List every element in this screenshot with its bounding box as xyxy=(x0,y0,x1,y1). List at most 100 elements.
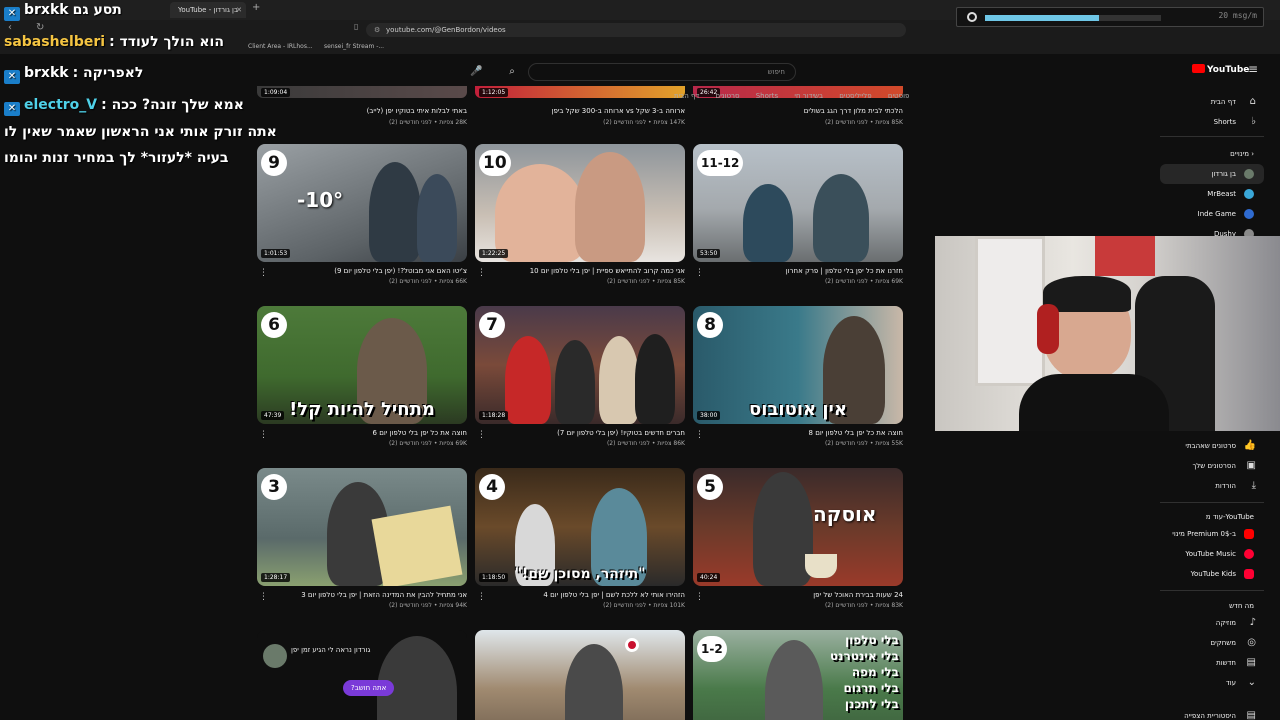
video-card[interactable]: 3 1:28:17 אני מתחיל להבין את המדינה הזאת… xyxy=(257,468,467,609)
search-button[interactable]: ⌕ xyxy=(500,63,524,81)
news-icon: ▤ xyxy=(1246,657,1256,668)
video-card[interactable]: 7 1:18:28 חברים חדשים בטוקיו! (יפן בלי ט… xyxy=(475,306,685,447)
video-card[interactable]: גורדון נראה לי הגיע זמן יפן אתה חושב? xyxy=(257,630,467,720)
sidebar-item-premium[interactable]: מינוי Premium ב-0$ xyxy=(1160,524,1264,544)
back-icon[interactable]: ‹ xyxy=(8,22,12,33)
reload-icon[interactable]: ↻ xyxy=(36,22,44,33)
filter-tab[interactable]: דף הבית xyxy=(674,92,699,100)
sidebar-item-liked[interactable]: סרטונים שאהבתי 👍 xyxy=(1160,436,1264,456)
more-options-icon[interactable]: ⋮ xyxy=(477,268,486,278)
video-thumbnail[interactable]: מתחיל להיות קל! 6 47:39 xyxy=(257,306,467,424)
video-thumbnail[interactable]: 7 1:18:28 xyxy=(475,306,685,424)
video-title[interactable]: חזרנו את כל יפן בלי טלפון | פרק אחרון xyxy=(693,267,903,275)
video-title[interactable]: הלכתי לבית מלון דרך הגג בשולים xyxy=(693,107,903,115)
chat-bubble-text: גורדון נראה לי הגיע זמן יפן xyxy=(291,646,371,654)
sidebar-item-music[interactable]: YouTube Music xyxy=(1160,544,1264,564)
site-info-icon[interactable]: ⚙ xyxy=(374,23,380,37)
video-title[interactable]: הזהירו אותי לא ללכת לשם | יפן בלי טלפון … xyxy=(475,591,685,599)
video-card[interactable]: 11-12 53:50 חזרנו את כל יפן בלי טלפון | … xyxy=(693,144,903,285)
sidebar-item-gaming[interactable]: משחקים ◎ xyxy=(1160,633,1264,653)
filter-tab[interactable]: בשידור חי xyxy=(794,92,823,100)
video-title[interactable]: אני מתחיל להבין את המדינה הזאת | יפן בלי… xyxy=(257,591,467,599)
video-card[interactable]: 10 1:22:25 אני כמה קרוב להתייאש ספיית | … xyxy=(475,144,685,285)
more-options-icon[interactable]: ⋮ xyxy=(259,430,268,440)
more-options-icon[interactable]: ⋮ xyxy=(695,592,704,602)
sidebar-item-news[interactable]: חדשות ▤ xyxy=(1160,653,1264,673)
sidebar-item-subscription[interactable]: MrBeast xyxy=(1160,184,1264,204)
video-thumbnail[interactable] xyxy=(475,630,685,720)
video-duration: 47:39 xyxy=(261,411,285,420)
video-title[interactable]: צ'יטו האם אני מבוטל?! (יפן בלי טלפון יום… xyxy=(257,267,467,275)
sidebar-item-subscription[interactable]: Inde Game xyxy=(1160,204,1264,224)
filter-tab[interactable]: פלייליסטים xyxy=(839,92,871,100)
sidebar-item-music-explore[interactable]: מוזיקה ♪ xyxy=(1160,613,1264,633)
video-thumbnail[interactable]: -10° 9 1:01:53 xyxy=(257,144,467,262)
more-options-icon[interactable]: ⋮ xyxy=(477,430,486,440)
channel-avatar xyxy=(1244,209,1254,219)
sidebar-item-label: Shorts xyxy=(1213,118,1236,126)
sidebar-item-shorts[interactable]: Shorts ♭ xyxy=(1160,112,1264,132)
video-title[interactable]: חברים חדשים בטוקיו! (יפן בלי טלפון יום 7… xyxy=(475,429,685,437)
subscriptions-header[interactable]: מינויים › xyxy=(1160,150,1264,158)
video-title[interactable]: חוצה את כל יפן בלי טלפון יום 8 xyxy=(693,429,903,437)
sidebar-item-label: משחקים xyxy=(1210,639,1236,647)
sidebar-item-downloads[interactable]: הורדות ⤓ xyxy=(1160,476,1264,496)
video-thumbnail[interactable]: גורדון נראה לי הגיע זמן יפן אתה חושב? xyxy=(257,630,467,720)
video-card[interactable]: מתחיל להיות קל! 6 47:39 חוצה את כל יפן ב… xyxy=(257,306,467,447)
video-thumbnail[interactable]: אוסקה 5 40:24 xyxy=(693,468,903,586)
sidebar-item-label: הסרטונים שלך xyxy=(1192,462,1236,470)
video-meta: 85K צפיות • לפני חודשיים (2) xyxy=(824,119,903,126)
video-title[interactable]: אני כמה קרוב להתייאש ספיית | יפן בלי טלפ… xyxy=(475,267,685,275)
video-thumbnail[interactable]: 10 1:22:25 xyxy=(475,144,685,262)
thumbnail-text: בלי טלפון בלי אינטרנט בלי מפה בלי תרגום … xyxy=(830,633,899,711)
microphone-icon[interactable]: 🎤 xyxy=(470,63,486,81)
video-card[interactable]: "תיזהר, מסוכן שם!" 4 1:18:50 הזהירו אותי… xyxy=(475,468,685,609)
bookmark-item[interactable]: Client Area - IRLhos... xyxy=(248,43,313,50)
bookmark-item[interactable]: sensei_fr Stream -... xyxy=(324,43,384,50)
video-meta: 66K צפיות • לפני חודשיים (2) xyxy=(388,278,467,285)
more-options-icon[interactable]: ⋮ xyxy=(259,592,268,602)
video-thumbnail[interactable]: 1:09:04 xyxy=(257,86,467,98)
search-input[interactable]: חיפוש xyxy=(528,63,796,81)
youtube-logo[interactable]: YouTube xyxy=(1192,64,1249,75)
more-options-icon[interactable]: ⋮ xyxy=(695,268,704,278)
video-thumbnail[interactable]: אין אוטובוס 8 38:00 xyxy=(693,306,903,424)
video-card[interactable]: -10° 9 1:01:53 צ'יטו האם אני מבוטל?! (יפ… xyxy=(257,144,467,285)
menu-icon[interactable]: ≡ xyxy=(1248,62,1258,76)
video-thumbnail[interactable]: 11-12 53:50 xyxy=(693,144,903,262)
video-title[interactable]: באתי לבלות איתי בטוקיו יפן (לייב) xyxy=(257,107,467,115)
video-thumbnail[interactable]: 1-2 בלי טלפון בלי אינטרנט בלי מפה בלי תר… xyxy=(693,630,903,720)
episode-badge: 10 xyxy=(479,150,511,176)
filter-tab[interactable]: Shorts xyxy=(756,92,778,100)
more-options-icon[interactable]: ⋮ xyxy=(259,268,268,278)
divider xyxy=(1160,502,1264,503)
video-title[interactable]: חוצה את כל יפן בלי טלפון יום 6 xyxy=(257,429,467,437)
video-card[interactable]: אוסקה 5 40:24 24 שעות בבירת האוכל של יפן… xyxy=(693,468,903,609)
video-card[interactable]: 1-2 בלי טלפון בלי אינטרנט בלי מפה בלי תר… xyxy=(693,630,903,720)
bookmark-icon[interactable]: ▯ xyxy=(354,22,358,31)
video-thumbnail[interactable]: 1:12:05 xyxy=(475,86,685,98)
video-thumbnail[interactable]: "תיזהר, מסוכן שם!" 4 1:18:50 xyxy=(475,468,685,586)
sidebar-item-subscription[interactable]: בן גורדון xyxy=(1160,164,1264,184)
more-options-icon[interactable]: ⋮ xyxy=(695,430,704,440)
video-title[interactable]: 24 שעות בבירת האוכל של יפן xyxy=(693,591,903,599)
close-tab-icon[interactable]: ✕ xyxy=(236,2,242,18)
sidebar-item-label: עוד xyxy=(1225,679,1236,687)
video-card[interactable]: אין אוטובוס 8 38:00 חוצה את כל יפן בלי ט… xyxy=(693,306,903,447)
browser-tab[interactable]: YouTube - בן גורדון ✕ xyxy=(170,2,246,18)
filter-tab[interactable]: סרטונים xyxy=(716,92,740,100)
sidebar-item-home[interactable]: דף הבית ⌂ xyxy=(1160,92,1264,112)
video-title[interactable]: ארוחה ב-3 שקל vs ארוחה ב-300 שקל ביפן xyxy=(475,107,685,115)
new-tab-button[interactable]: + xyxy=(252,2,260,13)
filter-tab[interactable]: פוסטים xyxy=(888,92,910,100)
more-options-icon[interactable]: ⋮ xyxy=(477,592,486,602)
youtube-music-icon xyxy=(1244,549,1254,559)
sidebar-item-more[interactable]: עוד ⌄ xyxy=(1160,673,1264,693)
video-thumbnail[interactable]: 3 1:28:17 xyxy=(257,468,467,586)
sidebar-item-your-videos[interactable]: הסרטונים שלך ▣ xyxy=(1160,456,1264,476)
sidebar-item-history[interactable]: היסטוריית הצפייה ▤ xyxy=(1160,706,1264,720)
sidebar-item-kids[interactable]: YouTube Kids xyxy=(1160,564,1264,584)
address-bar[interactable]: ⚙ youtube.com/@GenBordon/videos xyxy=(366,23,906,37)
chat-message: ✕ electro_V אמא שלך זונה? ככה : xyxy=(4,97,244,116)
video-card[interactable] xyxy=(475,630,685,720)
